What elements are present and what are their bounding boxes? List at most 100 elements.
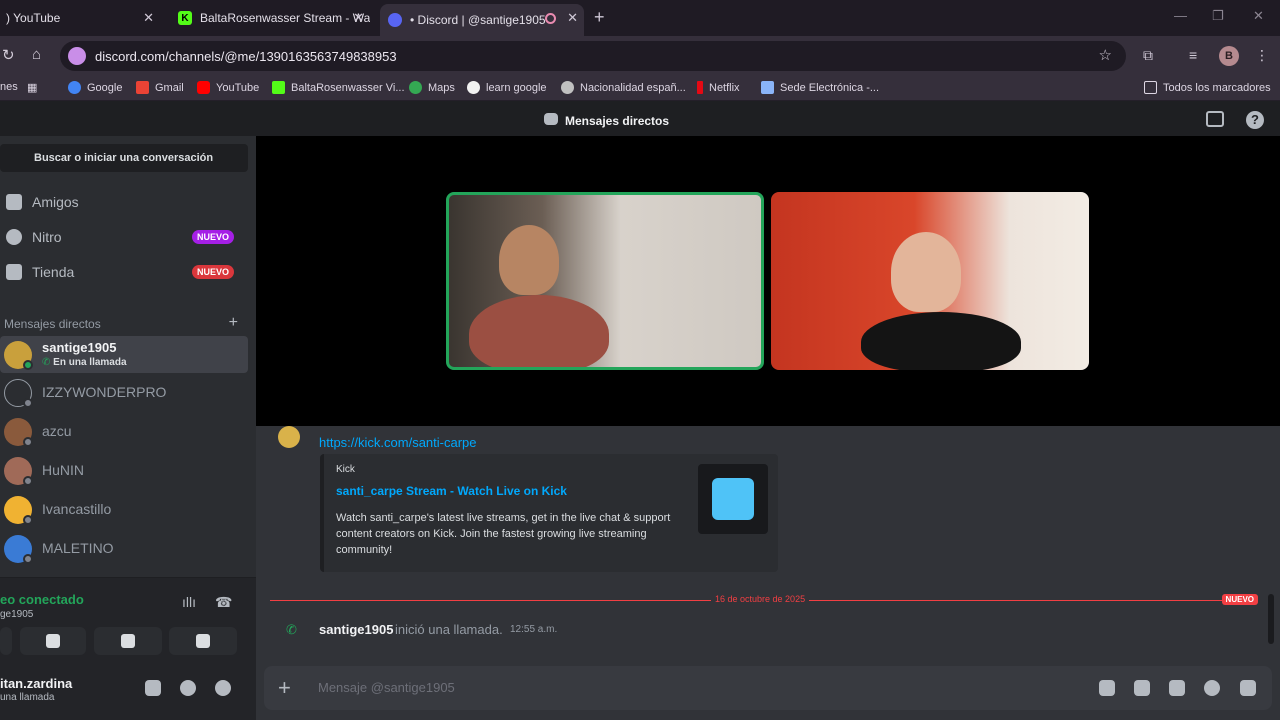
status-indicator bbox=[23, 476, 33, 486]
disconnect-icon[interactable]: ☎ bbox=[215, 594, 232, 611]
apps-gamepad-icon[interactable] bbox=[1240, 680, 1256, 696]
status-indicator bbox=[23, 360, 33, 370]
bookmark-youtube[interactable]: YouTube bbox=[197, 81, 259, 94]
discord-icon bbox=[388, 13, 402, 27]
add-attachment-icon[interactable]: + bbox=[278, 675, 291, 701]
home-icon[interactable]: ⌂ bbox=[32, 46, 41, 63]
window-close-icon[interactable]: ✕ bbox=[1253, 8, 1264, 24]
message-input[interactable]: Mensaje @santige1905 bbox=[318, 680, 455, 695]
bookmark-balta[interactable]: BaltaRosenwasser Vi... bbox=[272, 81, 405, 94]
new-messages-divider: 16 de octubre de 2025 NUEVO bbox=[270, 594, 1258, 605]
dm-item-santige1905[interactable]: santige1905 ✆ En una llamada bbox=[0, 336, 248, 373]
voice-status: eo conectado bbox=[0, 592, 84, 607]
bookmark-label: Nacionalidad españ... bbox=[580, 81, 686, 94]
extensions-icon[interactable]: ⧉ bbox=[1143, 47, 1153, 64]
create-dm-icon[interactable]: + bbox=[229, 314, 238, 332]
divider-date: 16 de octubre de 2025 bbox=[711, 594, 810, 604]
dm-section-header: Mensajes directos + bbox=[4, 314, 244, 332]
sticker-icon[interactable] bbox=[1169, 680, 1185, 696]
apps-grid-icon[interactable]: ▦ bbox=[27, 81, 37, 94]
tab-youtube[interactable]: ) YouTube ✕ bbox=[0, 4, 160, 32]
bookmark-learn-google[interactable]: learn google bbox=[467, 81, 547, 94]
bookmark-star-icon[interactable]: ☆ bbox=[1099, 46, 1112, 64]
sidebar-item-label: Tienda bbox=[32, 264, 75, 280]
bookmark-maps[interactable]: Maps bbox=[409, 81, 455, 94]
close-icon[interactable]: ✕ bbox=[143, 10, 154, 26]
message-avatar[interactable] bbox=[278, 426, 300, 448]
netflix-icon bbox=[697, 81, 703, 94]
bookmark-google[interactable]: Google bbox=[68, 81, 122, 94]
close-icon[interactable]: ✕ bbox=[567, 10, 578, 26]
maximize-icon[interactable]: ❐ bbox=[1212, 8, 1224, 24]
media-control-icon[interactable]: ≡ bbox=[1189, 47, 1197, 63]
sidebar-item-friends[interactable]: Amigos bbox=[0, 185, 248, 219]
soundboard-button[interactable] bbox=[169, 627, 237, 655]
screen-share-button[interactable] bbox=[20, 627, 86, 655]
tab-discord[interactable]: • Discord | @santige1905 ✕ bbox=[380, 4, 584, 36]
bookmark-label: BaltaRosenwasser Vi... bbox=[291, 81, 405, 94]
screen-share-icon bbox=[46, 634, 60, 648]
globe-icon bbox=[561, 81, 574, 94]
inbox-icon[interactable] bbox=[1206, 111, 1224, 127]
help-icon[interactable]: ? bbox=[1246, 111, 1264, 129]
call-user[interactable]: santige1905 bbox=[319, 622, 393, 637]
emoji-icon[interactable] bbox=[1204, 680, 1220, 696]
sidebar-item-nitro[interactable]: Nitro NUEVO bbox=[0, 220, 248, 254]
bookmark-netflix[interactable]: Netflix bbox=[697, 81, 740, 94]
status-indicator bbox=[23, 437, 33, 447]
url-text: discord.com/channels/@me/139016356374983… bbox=[95, 49, 397, 64]
activity-button[interactable] bbox=[94, 627, 162, 655]
maps-pin-icon bbox=[409, 81, 422, 94]
bookmark-item[interactable]: nes bbox=[0, 81, 18, 93]
minimize-icon[interactable]: — bbox=[1174, 8, 1187, 23]
bookmark-gmail[interactable]: Gmail bbox=[136, 81, 184, 94]
embed-thumbnail[interactable] bbox=[698, 464, 768, 534]
menu-icon[interactable]: ⋮ bbox=[1255, 47, 1269, 64]
video-tile-participant-1[interactable] bbox=[446, 192, 764, 370]
site-info-icon[interactable] bbox=[68, 47, 86, 65]
embed-provider[interactable]: Kick bbox=[336, 464, 355, 475]
camera-button[interactable] bbox=[0, 627, 12, 655]
audio-recording-icon bbox=[545, 13, 556, 24]
address-bar[interactable]: discord.com/channels/@me/139016356374983… bbox=[60, 41, 1126, 71]
nitro-icon bbox=[6, 229, 22, 245]
dm-name: HuNIN bbox=[42, 462, 85, 478]
dm-item-hunin[interactable]: HuNIN bbox=[0, 452, 248, 489]
sidebar-item-label: Nitro bbox=[32, 229, 62, 245]
bookmark-sede[interactable]: Sede Electrónica -... bbox=[761, 81, 879, 94]
dm-item-maletino[interactable]: MALETINO bbox=[0, 530, 248, 567]
new-badge: NUEVO bbox=[191, 230, 234, 244]
settings-gear-icon[interactable] bbox=[215, 680, 231, 696]
signal-icon[interactable]: ıllı bbox=[182, 594, 196, 610]
dm-name: azcu bbox=[42, 423, 72, 439]
tab-balta-stream[interactable]: K BaltaRosenwasser Stream - Wa ✕ bbox=[170, 4, 370, 32]
scrollbar[interactable] bbox=[1268, 594, 1274, 644]
dm-item-izzywonderpro[interactable]: IZZYWONDERPRO bbox=[0, 374, 248, 411]
user-status: una llamada bbox=[0, 692, 55, 703]
folder-icon bbox=[1144, 81, 1157, 94]
headphones-icon[interactable] bbox=[180, 680, 196, 696]
dm-item-ivancastillo[interactable]: Ivancastillo bbox=[0, 491, 248, 528]
video-tile-participant-2[interactable] bbox=[771, 192, 1089, 370]
bookmark-nacionalidad[interactable]: Nacionalidad españ... bbox=[561, 81, 686, 94]
embed-title[interactable]: santi_carpe Stream - Watch Live on Kick bbox=[336, 484, 567, 498]
voice-channel: ge1905 bbox=[0, 609, 34, 620]
friends-icon bbox=[6, 194, 22, 210]
status-indicator bbox=[23, 554, 33, 564]
tab-discord-label: • Discord | @santige1905 bbox=[410, 13, 546, 27]
all-bookmarks[interactable]: Todos los marcadores bbox=[1144, 81, 1271, 94]
search-conversation-button[interactable]: Buscar o iniciar una conversación bbox=[0, 144, 248, 172]
gamepad-icon bbox=[121, 634, 135, 648]
gif-icon[interactable] bbox=[1134, 680, 1150, 696]
dm-name: Ivancastillo bbox=[42, 501, 112, 517]
dm-item-azcu[interactable]: azcu bbox=[0, 413, 248, 450]
microphone-icon[interactable] bbox=[145, 680, 161, 696]
profile-avatar[interactable]: B bbox=[1219, 46, 1239, 66]
gift-icon[interactable] bbox=[1099, 680, 1115, 696]
reload-icon[interactable]: ↻ bbox=[2, 46, 15, 64]
new-tab-button[interactable]: + bbox=[594, 7, 605, 28]
message-link[interactable]: https://kick.com/santi-carpe bbox=[319, 435, 477, 450]
message-composer[interactable]: + Mensaje @santige1905 bbox=[264, 666, 1272, 710]
sidebar-item-shop[interactable]: Tienda NUEVO bbox=[0, 255, 248, 289]
close-icon[interactable]: ✕ bbox=[353, 10, 364, 26]
